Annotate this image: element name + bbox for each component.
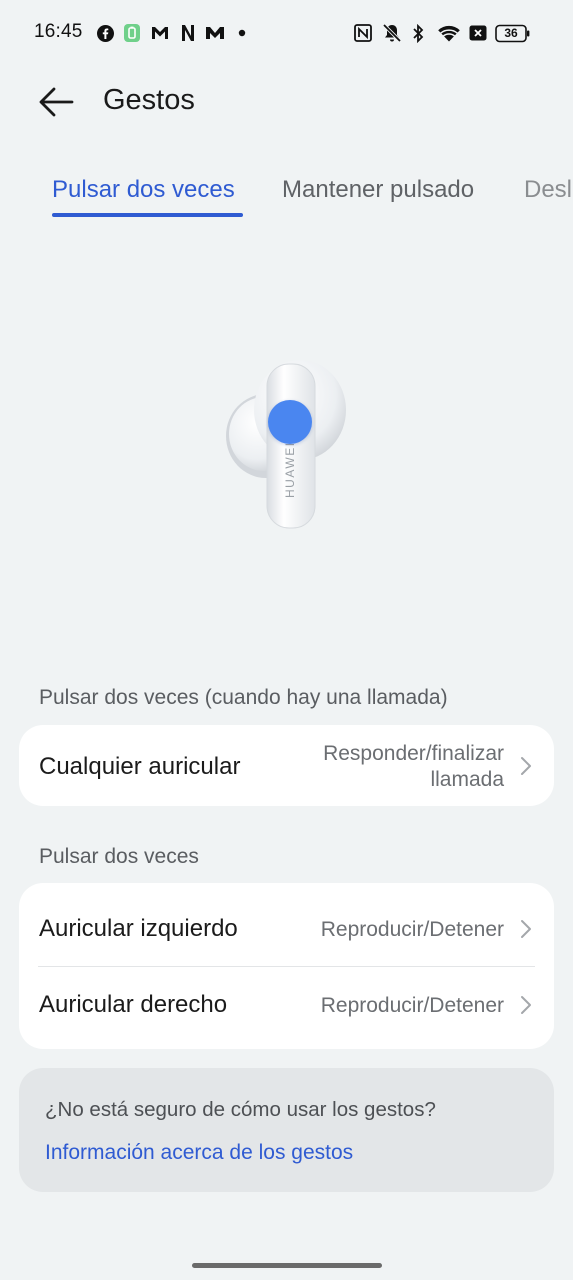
setting-value-line1: Responder/finalizar: [323, 742, 504, 765]
mail-icon: [204, 23, 226, 43]
tab-indicator: [52, 213, 243, 217]
chevron-right-icon: [521, 757, 531, 775]
tab-long-press[interactable]: Mantener pulsado: [282, 176, 474, 204]
status-bar: 16:45 36: [0, 0, 573, 66]
double-tap-settings-card: Auricular izquierdo Reproducir/Detener A…: [19, 883, 554, 1049]
battery-level: 36: [504, 25, 518, 40]
tab-double-tap[interactable]: Pulsar dos veces: [52, 176, 235, 204]
setting-value: Reproducir/Detener: [320, 994, 504, 1017]
setting-row-left-earbud[interactable]: Auricular izquierdo Reproducir/Detener: [19, 883, 554, 966]
help-card: ¿No está seguro de cómo usar los gestos?…: [19, 1068, 554, 1192]
setting-value-line2: llamada: [430, 768, 504, 791]
back-button[interactable]: [30, 78, 82, 126]
chevron-right-icon: [521, 920, 531, 938]
nfc-icon: [353, 23, 373, 43]
setting-label: Cualquier auricular: [39, 753, 241, 780]
earbud-brand-text: HUAWEI: [283, 441, 297, 498]
tap-hotspot: [268, 400, 312, 444]
chevron-right-icon: [521, 996, 531, 1014]
home-indicator[interactable]: [192, 1263, 382, 1268]
setting-row-any-earbud[interactable]: Cualquier auricular Responder/finalizar …: [19, 725, 554, 806]
tab-swipe[interactable]: Deslizar: [524, 176, 573, 204]
wifi-icon: [436, 23, 462, 43]
call-settings-card: Cualquier auricular Responder/finalizar …: [19, 725, 554, 806]
section-label-call: Pulsar dos veces (cuando hay una llamada…: [39, 686, 448, 709]
gesture-tabs: Pulsar dos veces Mantener pulsado Desliz…: [0, 170, 573, 220]
status-time: 16:45: [34, 21, 83, 42]
facebook-icon: [96, 23, 114, 43]
mute-icon: [380, 23, 404, 43]
setting-label: Auricular derecho: [39, 991, 228, 1018]
setting-value: Reproducir/Detener: [320, 918, 504, 941]
help-question: ¿No está seguro de cómo usar los gestos?: [45, 1098, 436, 1121]
earbud-illustration: HUAWEI: [226, 360, 346, 529]
setting-value: Responder/finalizar llamada: [294, 741, 504, 793]
gestures-info-link[interactable]: Información acerca de los gestos: [45, 1141, 353, 1165]
section-label-double-tap: Pulsar dos veces: [39, 845, 199, 868]
bluetooth-icon: [410, 23, 426, 43]
gmail-icon: [149, 23, 171, 43]
gestures-screen: 16:45 36 Gestos Pulsar dos veces Mantene…: [0, 0, 573, 1280]
setting-row-right-earbud[interactable]: Auricular derecho Reproducir/Detener: [19, 967, 554, 1049]
arrow-left-icon: [39, 87, 74, 117]
netflix-icon: [180, 23, 196, 43]
battery-app-icon: [122, 23, 142, 43]
page-title: Gestos: [103, 84, 195, 116]
close-box-icon: [468, 23, 488, 43]
dot-icon: [237, 23, 247, 43]
setting-label: Auricular izquierdo: [39, 915, 238, 942]
battery-icon: 36: [495, 23, 531, 43]
